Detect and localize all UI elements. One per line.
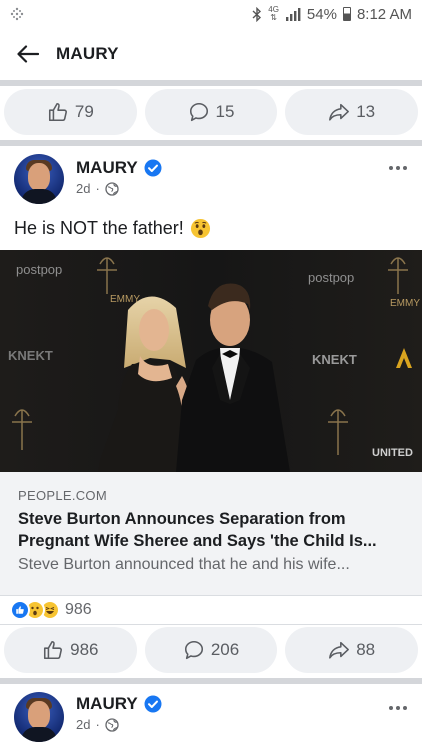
battery-percent: 54% xyxy=(306,5,337,23)
post-meta: 2d · xyxy=(76,181,119,196)
signal-icon xyxy=(285,8,301,21)
thumbs-up-icon xyxy=(48,102,67,122)
comment-button[interactable]: 206 xyxy=(144,627,278,673)
verified-badge-icon xyxy=(144,695,162,713)
reactions-summary[interactable]: 986 xyxy=(10,598,92,622)
globe-icon xyxy=(105,181,119,196)
share-button[interactable]: 88 xyxy=(285,627,419,673)
post-time[interactable]: 2d xyxy=(76,181,90,196)
like-count: 79 xyxy=(74,102,94,121)
reaction-count: 986 xyxy=(65,601,92,618)
back-arrow-icon xyxy=(17,45,39,63)
share-arrow-icon xyxy=(329,103,350,121)
comment-button[interactable]: 15 xyxy=(144,89,278,135)
share-count: 88 xyxy=(356,640,376,659)
event-photo: postpop postpop EMMY EMMY KNEKT KNEKT UN… xyxy=(0,250,422,472)
link-preview-image[interactable]: postpop postpop EMMY EMMY KNEKT KNEKT UN… xyxy=(0,250,422,472)
next-post-header: MAURY 2d · xyxy=(0,688,422,746)
backdrop-knekt-text: KNEKT xyxy=(8,348,53,363)
status-bar: 4G ⇅ 54% 8:12 AM xyxy=(0,0,422,28)
comment-count: 15 xyxy=(215,102,235,121)
more-options-button[interactable] xyxy=(384,158,412,178)
notification-dots-icon xyxy=(10,7,24,21)
avatar[interactable] xyxy=(14,154,64,204)
backdrop-united-text: UNITED xyxy=(372,447,413,459)
comment-count: 206 xyxy=(210,640,240,659)
like-reaction-icon xyxy=(10,600,30,620)
previous-post-actions: 79 15 13 xyxy=(0,86,422,138)
link-description: Steve Burton announced that he and his w… xyxy=(18,556,350,573)
post-actions: 986 206 88 xyxy=(0,624,422,676)
battery-icon xyxy=(342,7,351,21)
post-author[interactable]: MAURY xyxy=(76,694,162,714)
like-button[interactable]: 79 xyxy=(4,89,137,135)
clock: 8:12 AM xyxy=(356,5,412,23)
page-title: MAURY xyxy=(56,44,119,63)
link-preview-card[interactable]: PEOPLE.COM Steve Burton Announces Separa… xyxy=(0,472,422,596)
post-time[interactable]: 2d xyxy=(76,717,90,732)
share-button[interactable]: 13 xyxy=(285,89,419,135)
backdrop-postpop-text-2: postpop xyxy=(308,270,354,285)
post-header: MAURY 2d · xyxy=(0,150,422,208)
comment-icon xyxy=(189,102,208,122)
avatar[interactable] xyxy=(14,692,64,742)
network-type-label: 4G ⇅ xyxy=(268,5,279,22)
verified-badge-icon xyxy=(144,159,162,177)
comment-icon xyxy=(184,640,203,660)
like-button[interactable]: 986 xyxy=(4,627,137,673)
back-button[interactable] xyxy=(0,28,56,80)
share-arrow-icon xyxy=(329,641,350,659)
astonished-emoji-icon xyxy=(190,218,210,239)
link-domain: PEOPLE.COM xyxy=(18,488,107,503)
divider xyxy=(0,678,422,684)
globe-icon xyxy=(105,717,119,732)
divider xyxy=(0,140,422,146)
like-count: 986 xyxy=(70,640,99,659)
link-headline: Steve Burton Announces Separation from P… xyxy=(18,510,377,550)
post-author[interactable]: MAURY xyxy=(76,158,162,178)
backdrop-knekt-text-2: KNEKT xyxy=(312,352,357,367)
more-dots-icon xyxy=(389,706,393,710)
backdrop-postpop-text: postpop xyxy=(16,262,62,277)
thumbs-up-icon xyxy=(44,640,63,660)
more-dots-icon xyxy=(389,166,393,170)
share-count: 13 xyxy=(356,102,376,121)
backdrop-emmy-text-2: EMMY xyxy=(390,298,420,309)
more-options-button[interactable] xyxy=(384,698,412,718)
bluetooth-icon xyxy=(252,6,262,22)
page-header: MAURY xyxy=(0,28,422,80)
post-meta: 2d · xyxy=(76,717,119,732)
post-text: He is NOT the father! xyxy=(14,218,211,239)
